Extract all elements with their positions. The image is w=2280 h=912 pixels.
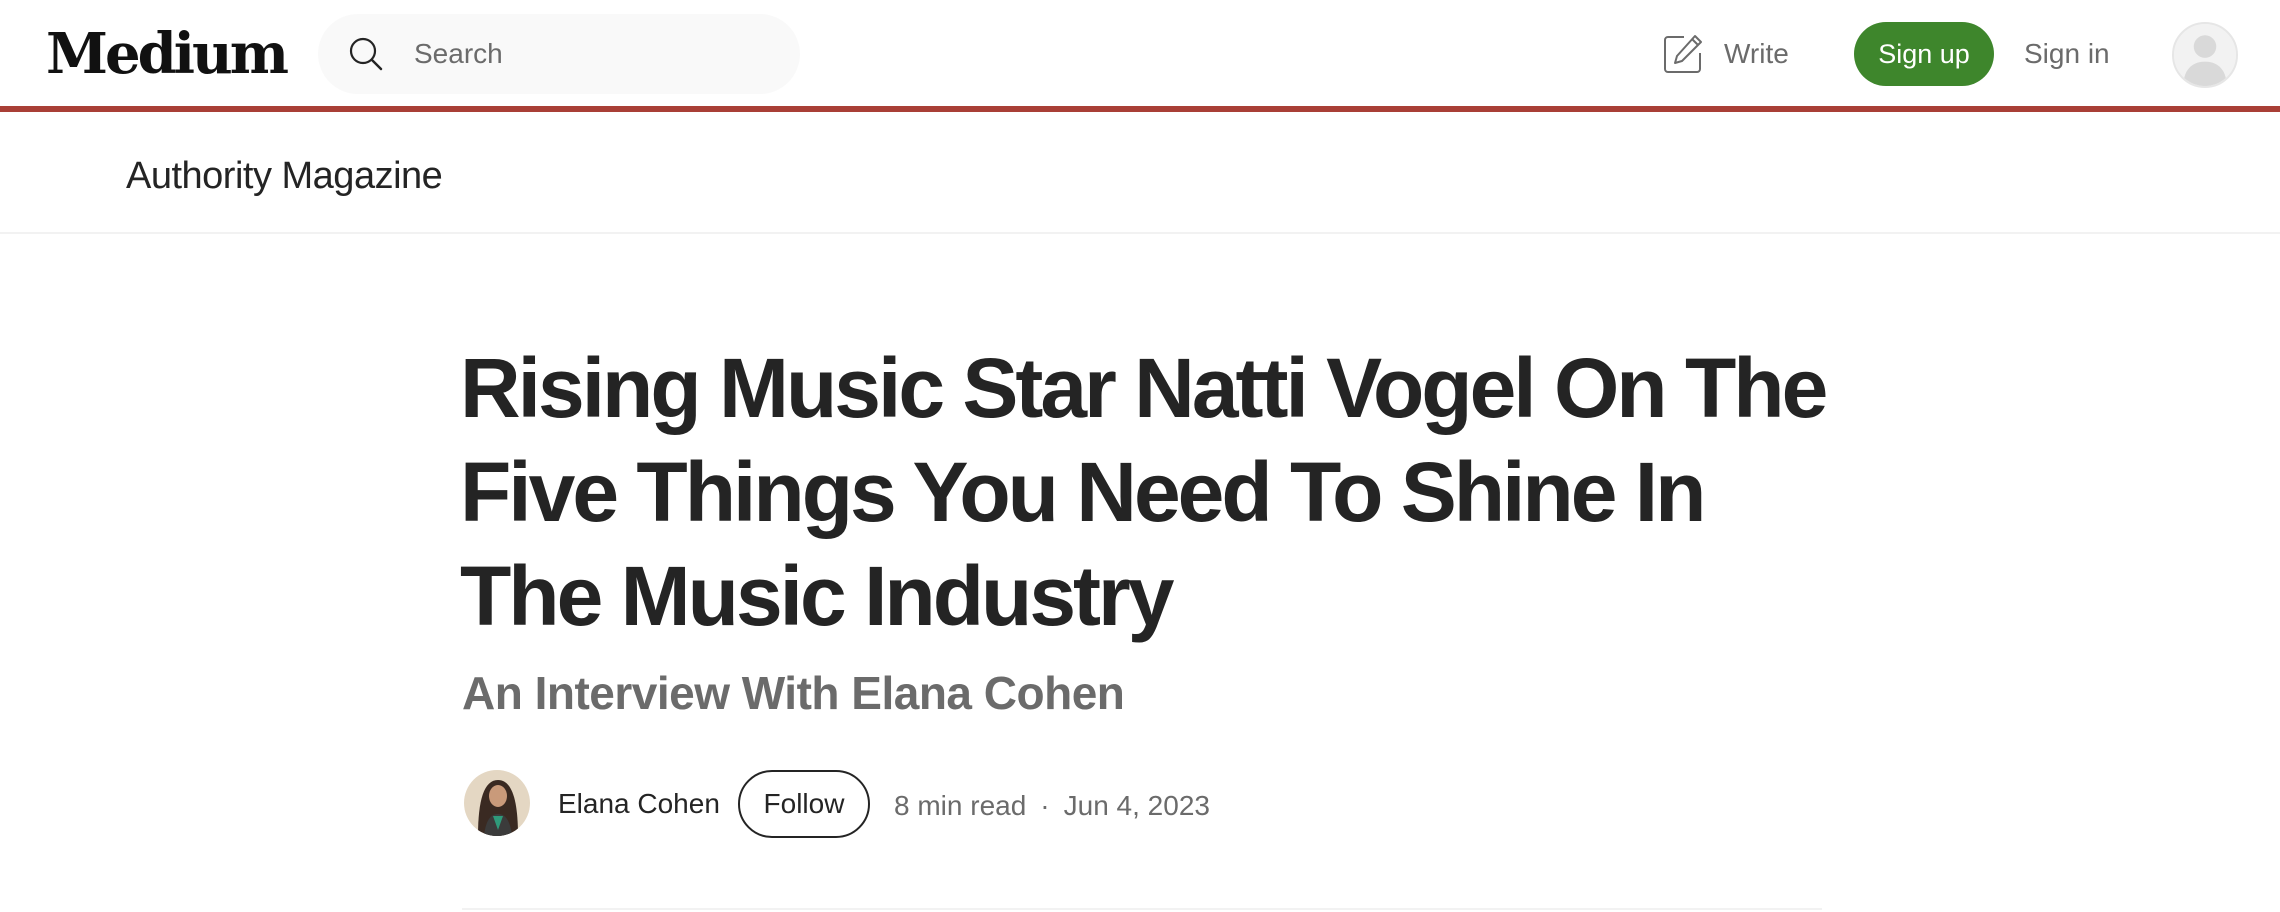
user-silhouette-icon	[2174, 24, 2236, 86]
article-title: Rising Music Star Natti Vogel On The Fiv…	[460, 341, 1828, 643]
write-label: Write	[1724, 38, 1789, 69]
read-time: 8 min read	[894, 790, 1027, 821]
article-meta: 8 min read · Jun 4, 2023	[894, 786, 1210, 826]
author-name[interactable]: Elana Cohen	[558, 784, 720, 824]
user-avatar-icon[interactable]	[2172, 22, 2238, 88]
medium-logo[interactable]: Medium	[46, 14, 289, 94]
meta-separator: ·	[1040, 790, 1050, 821]
article-subtitle: An Interview With Elana Cohen	[462, 667, 1125, 719]
publish-date: Jun 4, 2023	[1063, 790, 1210, 821]
top-navigation: Medium Write Sign up Sign in	[0, 0, 2280, 112]
sign-in-link[interactable]: Sign in	[2024, 34, 2110, 74]
author-photo-icon	[464, 770, 530, 836]
write-link[interactable]: Write	[1662, 30, 1789, 78]
author-avatar[interactable]	[464, 770, 530, 836]
follow-button[interactable]: Follow	[738, 770, 870, 838]
search-box[interactable]	[318, 14, 800, 94]
divider	[462, 908, 1822, 910]
sign-up-button[interactable]: Sign up	[1854, 22, 1994, 86]
search-icon	[349, 37, 383, 71]
search-input[interactable]	[414, 32, 774, 76]
byline: Elana Cohen Follow 8 min read · Jun 4, 202…	[464, 770, 1364, 838]
write-icon	[1664, 35, 1702, 73]
publication-bar: Authority Magazine	[0, 118, 2280, 234]
publication-name[interactable]: Authority Magazine	[126, 152, 443, 200]
